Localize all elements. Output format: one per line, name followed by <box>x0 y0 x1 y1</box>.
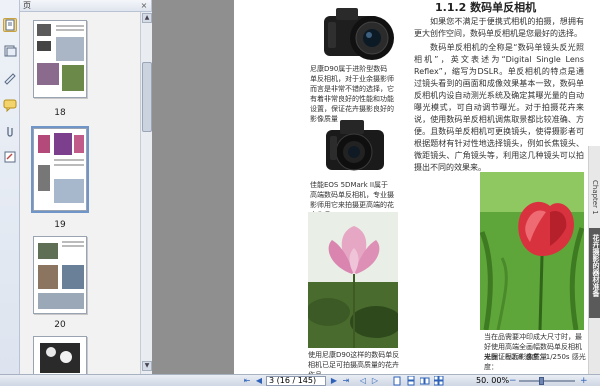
comments-icon[interactable] <box>3 98 17 113</box>
thumbnail-page-19[interactable] <box>31 126 89 213</box>
zoom-in-icon[interactable]: + <box>580 376 588 386</box>
last-page-button[interactable]: ⇥ <box>341 376 351 386</box>
back-button[interactable]: ◁ <box>358 376 368 386</box>
caption-tulip-params: 光圈：F/2.8 速度：1/250s 感光度： <box>484 353 586 371</box>
tulip-photo <box>480 172 584 330</box>
body-paragraph: 数码单反相机的全称是“数码单镜头反光照相机”，英文表述为“Digital Sin… <box>414 43 584 172</box>
thumbnail-page-21[interactable] <box>33 336 87 374</box>
attachments-icon[interactable] <box>3 44 17 58</box>
thumbnails-header: 页 × <box>20 0 151 12</box>
thumbnail-page-18[interactable] <box>33 20 87 98</box>
zoom-slider[interactable] <box>519 377 575 385</box>
lotus-photo <box>308 212 398 348</box>
continuous-facing-icon[interactable] <box>433 375 446 386</box>
chapter-side-tab: Chapter 1 花卉摄影的器材准备 <box>588 146 600 374</box>
nikon-d90-photo <box>324 8 394 60</box>
scroll-up-icon[interactable]: ▲ <box>142 13 152 23</box>
scroll-down-icon[interactable]: ▼ <box>142 361 152 371</box>
single-page-view-icon[interactable] <box>392 376 404 386</box>
first-page-button[interactable]: ⇤ <box>242 376 252 386</box>
thumbnail-page-20[interactable] <box>33 236 87 314</box>
thumbnail-label: 20 <box>54 320 66 330</box>
continuous-view-icon[interactable] <box>406 375 418 386</box>
canon-5d-photo <box>326 120 384 171</box>
chapter-title: 花卉摄影的器材准备 <box>592 234 600 297</box>
caption-lotus: 使用尼康D90这样的数码单反相机已足可拍摄高质量的花卉作品 <box>308 351 400 374</box>
thumbnail-label: 19 <box>54 220 66 230</box>
thumbnail-label: 18 <box>54 108 66 118</box>
zoom-level[interactable]: 50. 00% <box>476 376 509 386</box>
close-icon[interactable]: × <box>140 1 148 10</box>
chapter-label: Chapter 1 <box>591 180 599 215</box>
form-icon[interactable] <box>3 150 17 164</box>
zoom-slider-knob[interactable] <box>539 377 544 385</box>
bottom-toolbar: ⇤ ◀ 3 (16 / 145) ▶ ⇥ ◁ ▷ 50. 00% − + <box>0 374 600 386</box>
thumbnails-scrollbar[interactable]: ▲ ▼ <box>140 12 152 374</box>
thumbnails-title: 页 <box>23 1 31 10</box>
facing-view-icon[interactable] <box>419 376 432 386</box>
section-title: 1.1.2 数码单反相机 <box>435 1 537 14</box>
forward-button[interactable]: ▷ <box>370 376 380 386</box>
document-page: 尼康D90属于进阶型数码单反相机，对于业余摄影师而言是非常不错的选择，它有着非常… <box>234 0 600 374</box>
pages-icon[interactable] <box>3 18 17 32</box>
signatures-icon[interactable] <box>3 72 17 86</box>
intro-paragraph: 如果您不满足于便携式相机的拍摄，想拥有更大创作空间，数码单反相机是您最好的选择。 <box>414 17 584 38</box>
zoom-out-icon[interactable]: − <box>509 376 517 386</box>
page-number-field[interactable]: 3 (16 / 145) <box>266 376 326 386</box>
scroll-thumb[interactable] <box>142 62 152 132</box>
thumbnails-panel: 页 × 18 19 20 ▲ ▼ <box>20 0 152 374</box>
paperclip-icon[interactable] <box>3 124 17 138</box>
chapter-title-tab: 花卉摄影的器材准备 <box>589 228 600 318</box>
left-icon-rail <box>0 0 20 374</box>
next-page-button[interactable]: ▶ <box>329 376 339 386</box>
thumbnail-list: 18 19 20 <box>20 12 140 374</box>
document-view[interactable]: 尼康D90属于进阶型数码单反相机，对于业余摄影师而言是非常不错的选择，它有着非常… <box>152 0 600 374</box>
previous-page-button[interactable]: ◀ <box>254 376 264 386</box>
